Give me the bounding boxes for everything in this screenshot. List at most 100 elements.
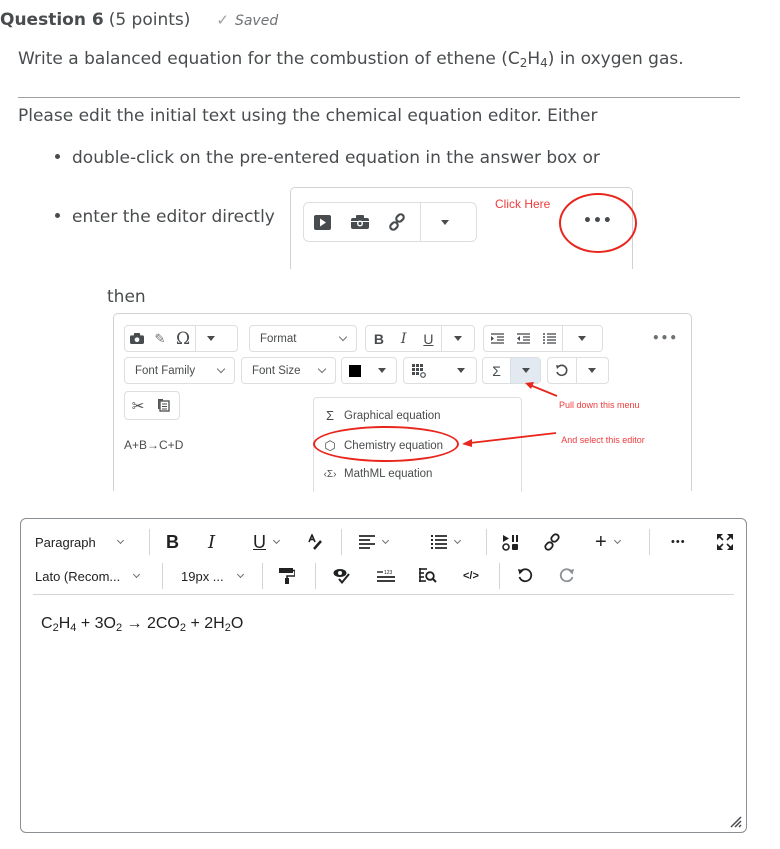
- text-format-button[interactable]: [307, 527, 323, 557]
- find-replace-button[interactable]: [419, 561, 437, 591]
- text-style-group: B I U: [365, 325, 475, 352]
- paperclip-icon: ✎: [154, 330, 166, 346]
- equation-text: C: [41, 615, 53, 632]
- answer-editor[interactable]: Paragraph B I U + ••• Lato (Recom... 19p…: [20, 518, 747, 833]
- chevron-down-icon: [236, 570, 244, 579]
- undo-button[interactable]: [517, 561, 533, 591]
- more-options-button[interactable]: •••: [671, 527, 686, 557]
- dropdown-icon: [421, 203, 469, 241]
- chevron-down-icon: [272, 536, 281, 545]
- cut-icon: ✂: [131, 397, 145, 415]
- code-icon: </>: [463, 570, 479, 582]
- list-icon: [431, 535, 447, 549]
- toolbar-separator: [499, 563, 500, 589]
- menu-item-mathml-equation: ‹Σ› MathML equation: [322, 468, 433, 480]
- link-icon: [378, 203, 415, 241]
- format-dropdown: Format: [249, 325, 357, 352]
- align-button[interactable]: [359, 527, 390, 557]
- align-left-icon: [359, 535, 375, 549]
- chevron-down-icon: [381, 536, 390, 545]
- answer-content[interactable]: C2H4 + 3O2 → 2CO2 + 2H2O: [41, 615, 243, 634]
- block-format-label: Paragraph: [35, 534, 96, 550]
- accessibility-check-icon: [333, 569, 350, 585]
- word-count-button[interactable]: 123: [377, 561, 395, 591]
- undo-icon: [548, 358, 576, 383]
- dropdown-icon: [442, 326, 474, 351]
- pull-menu-annotation: Pull down this menu: [559, 400, 640, 410]
- fullscreen-icon: [717, 534, 733, 550]
- list-icon: [536, 326, 562, 351]
- equation-text: → 2CO: [122, 615, 180, 632]
- camera-icon: [125, 326, 149, 351]
- paragraph-group: [483, 325, 603, 352]
- sigma-icon: Σ: [325, 408, 335, 423]
- text-format-icon: [308, 534, 322, 550]
- instructions-intro: Please edit the initial text using the c…: [18, 106, 598, 126]
- equation-text: + 2H: [186, 615, 225, 632]
- toolbar-separator: [262, 563, 263, 589]
- accessibility-check-button[interactable]: [333, 561, 351, 591]
- saved-status: ✓ Saved: [216, 11, 278, 29]
- question-prompt: Write a balanced equation for the combus…: [18, 49, 684, 70]
- font-size-label: Font Size: [252, 364, 301, 377]
- equation-group: Σ: [482, 357, 541, 384]
- insert-group: ✎ Ω: [124, 325, 238, 352]
- chevron-down-icon: [613, 536, 621, 545]
- font-size-dropdown: Font Size: [241, 357, 336, 384]
- legacy-editor-illustration: ✎ Ω Format B I U ••• Font Family Font Si…: [113, 313, 692, 492]
- word-count-icon: 123: [377, 570, 395, 582]
- list-button[interactable]: [431, 527, 462, 557]
- camera-icon: [341, 203, 378, 241]
- chevron-down-icon: [116, 536, 124, 545]
- underline-icon: U: [423, 330, 434, 347]
- insert-more-button[interactable]: +: [595, 527, 621, 557]
- resize-handle-icon[interactable]: [730, 816, 742, 828]
- equation-text: H: [58, 615, 71, 632]
- bold-button[interactable]: B: [166, 527, 179, 557]
- highlight-circle: [559, 193, 637, 253]
- insert-media-button[interactable]: [502, 527, 519, 557]
- media-icon: [502, 534, 518, 551]
- prompt-text: ) in oxygen gas.: [547, 49, 684, 69]
- dropdown-icon: [448, 358, 474, 383]
- undo-icon: [518, 568, 533, 583]
- outdent-icon: [510, 326, 536, 351]
- font-family-dropdown[interactable]: Lato (Recom...: [35, 561, 141, 591]
- font-size-dropdown[interactable]: 19px ...: [181, 561, 244, 591]
- color-picker: [341, 357, 397, 384]
- italic-button[interactable]: I: [208, 527, 215, 557]
- italic-icon: I: [400, 330, 407, 347]
- bold-icon: B: [373, 330, 384, 347]
- prompt-sub: 4: [540, 56, 548, 70]
- chevron-down-icon: [338, 332, 348, 341]
- toolbar-separator: [486, 529, 487, 555]
- question-points: (5 points): [108, 10, 191, 30]
- format-painter-button[interactable]: [279, 561, 295, 591]
- underline-icon: U: [253, 531, 266, 552]
- equation-text: O: [230, 615, 244, 632]
- bullet-text: enter the editor directly: [72, 207, 275, 227]
- chevron-down-icon: [216, 364, 226, 373]
- source-code-button[interactable]: </>: [463, 561, 479, 591]
- fullscreen-button[interactable]: [717, 527, 733, 557]
- saved-label: Saved: [234, 13, 279, 29]
- mini-toolbar: [303, 202, 477, 242]
- chevron-down-icon: [453, 536, 462, 545]
- table-group: [403, 357, 477, 384]
- mini-editor-illustration: Click Here •••: [290, 187, 637, 269]
- insert-link-button[interactable]: [543, 527, 561, 557]
- select-editor-annotation: And select this editor: [561, 435, 645, 445]
- check-icon: ✓: [216, 11, 229, 29]
- redo-button[interactable]: [559, 561, 575, 591]
- dropdown-icon: [563, 326, 601, 351]
- undo-group: [547, 357, 609, 384]
- question-header: Question 6 (5 points) ✓ Saved: [0, 10, 278, 30]
- underline-button[interactable]: U: [253, 527, 281, 557]
- bullet-dot: [55, 212, 60, 218]
- question-title: Question 6: [0, 10, 104, 30]
- paint-roller-icon: [279, 568, 295, 584]
- toolbar-separator: [649, 529, 650, 555]
- paste-icon: [151, 392, 177, 419]
- color-swatch: [342, 358, 368, 383]
- block-format-dropdown[interactable]: Paragraph: [35, 527, 124, 557]
